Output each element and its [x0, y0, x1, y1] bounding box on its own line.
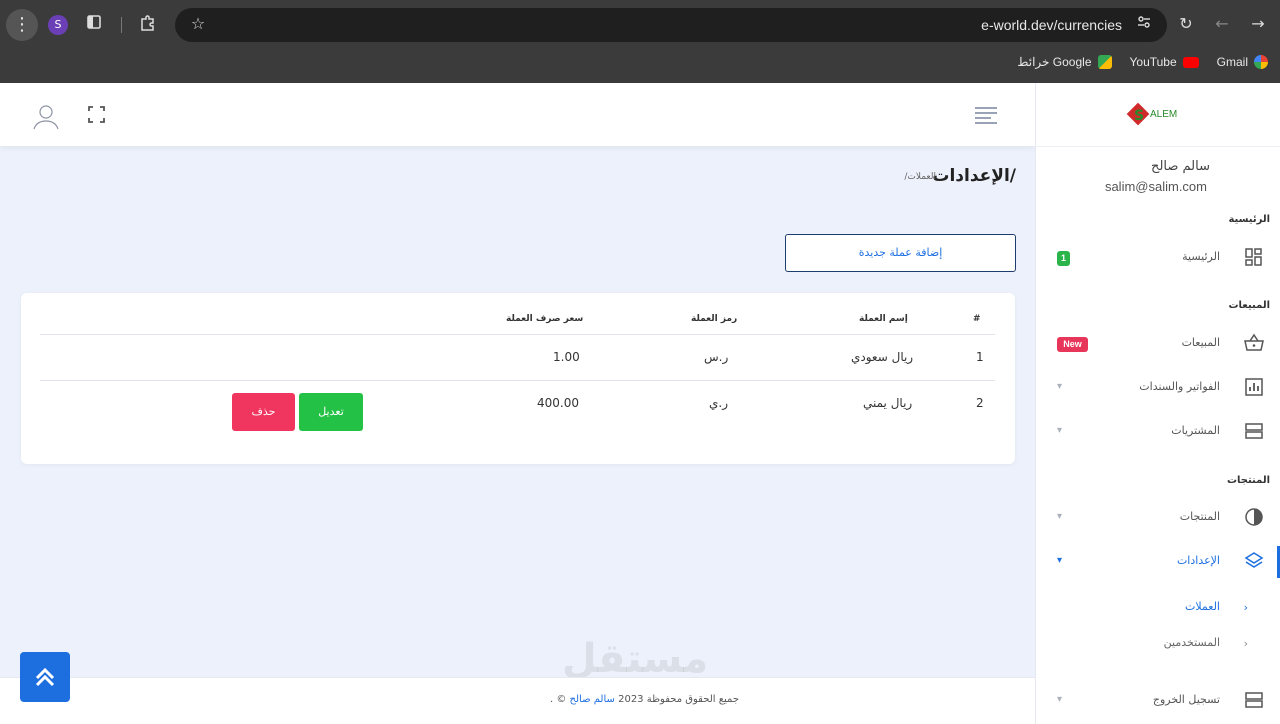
cell-symbol: ر.س — [704, 350, 729, 364]
cell-name: ريال يمني — [863, 396, 913, 410]
sidebar-item-label: تسجيل الخروج — [1152, 693, 1220, 706]
user-avatar-icon[interactable] — [32, 103, 60, 131]
back-arrow-icon[interactable]: ← — [1211, 14, 1233, 36]
app-header — [0, 83, 1035, 146]
column-header-number: # — [973, 314, 981, 324]
sidebar-item-purchases[interactable]: المشتريات ▾ — [1035, 417, 1280, 447]
browser-chrome: ⋮ S ☆ e-world.dev/currencies ↻ ← → خرائط… — [0, 0, 1280, 83]
section-title-home: الرئيسية — [1228, 214, 1270, 225]
sidebar-item-label: الفواتير والسندات — [1139, 380, 1220, 393]
watermark: مستقل — [562, 636, 709, 682]
user-name: سالم صالح — [1151, 159, 1210, 174]
sidebar-toggle-icon[interactable] — [83, 14, 105, 36]
logout-icon — [1244, 690, 1264, 710]
sidebar-item-settings[interactable]: الإعدادات ▾ — [1035, 547, 1280, 577]
bookmark-star-icon[interactable]: ☆ — [187, 14, 209, 36]
profile-avatar[interactable]: S — [48, 15, 68, 35]
google-icon — [1254, 55, 1268, 69]
new-badge: New — [1057, 337, 1088, 352]
page-title: الإعدادات/ — [932, 166, 1016, 186]
cell-rate: 1.00 — [553, 350, 580, 364]
sidebar-item-label: المنتجات — [1179, 510, 1220, 523]
cell-rate: 400.00 — [537, 396, 579, 410]
sidebar-item-label: المشتريات — [1171, 424, 1220, 437]
bookmark-label: خرائط Google — [1017, 55, 1092, 69]
currencies-table: # إسم العملة رمز العملة سعر صرف العملة 1… — [21, 293, 1015, 464]
footer-text: جميع الحقوق محفوظة 2023 سالم صالح © . — [550, 694, 739, 705]
server-icon — [1244, 421, 1264, 441]
brand-logo[interactable]: S ALEM — [1126, 102, 1182, 129]
bookmark-label: YouTube — [1129, 55, 1177, 69]
cell-number: 2 — [976, 396, 984, 410]
basket-icon — [1244, 333, 1264, 353]
sidebar: S ALEM سالم صالح salim@salim.com الرئيسي… — [1035, 83, 1280, 724]
breadcrumb[interactable]: /العملات — [904, 172, 936, 182]
chevron-down-icon: ▾ — [1057, 555, 1063, 566]
copyright-text: جميع الحقوق محفوظة 2023 — [618, 694, 740, 705]
forward-arrow-icon[interactable]: → — [1247, 14, 1269, 36]
column-header-name: إسم العملة — [859, 314, 908, 324]
section-title-sales: المبيعات — [1228, 300, 1271, 311]
sidebar-item-home[interactable]: الرئيسية 1 — [1035, 243, 1280, 273]
author-link[interactable]: سالم صالح — [570, 694, 615, 705]
table-divider — [40, 380, 995, 381]
cell-name: ريال سعودي — [851, 350, 914, 364]
footer: جميع الحقوق محفوظة 2023 سالم صالح © . — [0, 677, 1035, 724]
column-header-symbol: رمز العملة — [691, 314, 738, 324]
menu-toggle-icon[interactable] — [975, 107, 997, 127]
svg-text:S: S — [1134, 108, 1144, 124]
fullscreen-icon[interactable] — [88, 106, 105, 123]
site-settings-icon[interactable] — [1133, 14, 1155, 36]
extensions-icon[interactable] — [137, 14, 159, 36]
url-text[interactable]: e-world.dev/currencies — [981, 17, 1122, 33]
bookmark-label: Gmail — [1216, 55, 1248, 69]
double-chevron-up-icon — [35, 667, 55, 687]
sidebar-item-label: الرئيسية — [1182, 250, 1220, 263]
copyright-symbol: © . — [550, 694, 567, 705]
sub-item-users[interactable]: المستخدمين — [1164, 636, 1220, 649]
bookmarks-bar: خرائط Google YouTube Gmail — [1017, 53, 1268, 71]
delete-button[interactable]: حذف — [232, 393, 295, 431]
chevron-down-icon: ▾ — [1057, 511, 1063, 522]
sidebar-item-sales[interactable]: المبيعات New — [1035, 329, 1280, 359]
sub-item-currencies[interactable]: العملات — [1185, 600, 1220, 613]
browser-menu-icon[interactable]: ⋮ — [6, 9, 38, 41]
user-email: salim@salim.com — [1104, 179, 1207, 194]
dashboard-icon — [1244, 247, 1264, 267]
chevron-down-icon: ▾ — [1057, 381, 1063, 392]
maps-icon — [1097, 55, 1112, 69]
chevron-down-icon: ▾ — [1057, 694, 1063, 705]
table-divider — [40, 334, 995, 335]
sidebar-item-logout[interactable]: تسجيل الخروج ▾ — [1035, 686, 1280, 716]
sidebar-item-products[interactable]: المنتجات ▾ — [1035, 503, 1280, 533]
add-currency-button[interactable]: إضافة عملة جديدة — [785, 234, 1016, 272]
logo-text: ALEM — [1150, 109, 1178, 120]
scroll-to-top-button[interactable] — [20, 652, 70, 702]
chevron-down-icon: ▾ — [1057, 425, 1063, 436]
edit-button[interactable]: تعديل — [299, 393, 363, 431]
sidebar-item-label: المبيعات — [1181, 336, 1220, 349]
chevron-right-icon: › — [1243, 601, 1248, 614]
chevron-right-icon: › — [1243, 637, 1248, 650]
bookmark-youtube[interactable]: YouTube — [1130, 55, 1199, 69]
pie-icon — [1244, 507, 1264, 527]
bookmark-maps[interactable]: خرائط Google — [1017, 55, 1112, 69]
bookmark-gmail[interactable]: Gmail — [1217, 55, 1268, 69]
reload-icon[interactable]: ↻ — [1175, 14, 1197, 36]
cell-symbol: ر.ي — [709, 396, 729, 410]
sidebar-divider — [1036, 146, 1280, 147]
column-header-rate: سعر صرف العملة — [506, 314, 584, 324]
address-bar[interactable]: ☆ e-world.dev/currencies — [175, 8, 1167, 42]
youtube-icon — [1182, 56, 1199, 68]
home-count-badge: 1 — [1057, 251, 1070, 266]
cell-number: 1 — [976, 350, 984, 364]
chart-icon — [1244, 377, 1264, 397]
layers-icon — [1244, 551, 1264, 571]
sidebar-item-invoices[interactable]: الفواتير والسندات ▾ — [1035, 373, 1280, 403]
toolbar-separator — [121, 17, 122, 33]
sidebar-item-label: الإعدادات — [1176, 554, 1220, 567]
section-title-products: المنتجات — [1226, 475, 1270, 486]
